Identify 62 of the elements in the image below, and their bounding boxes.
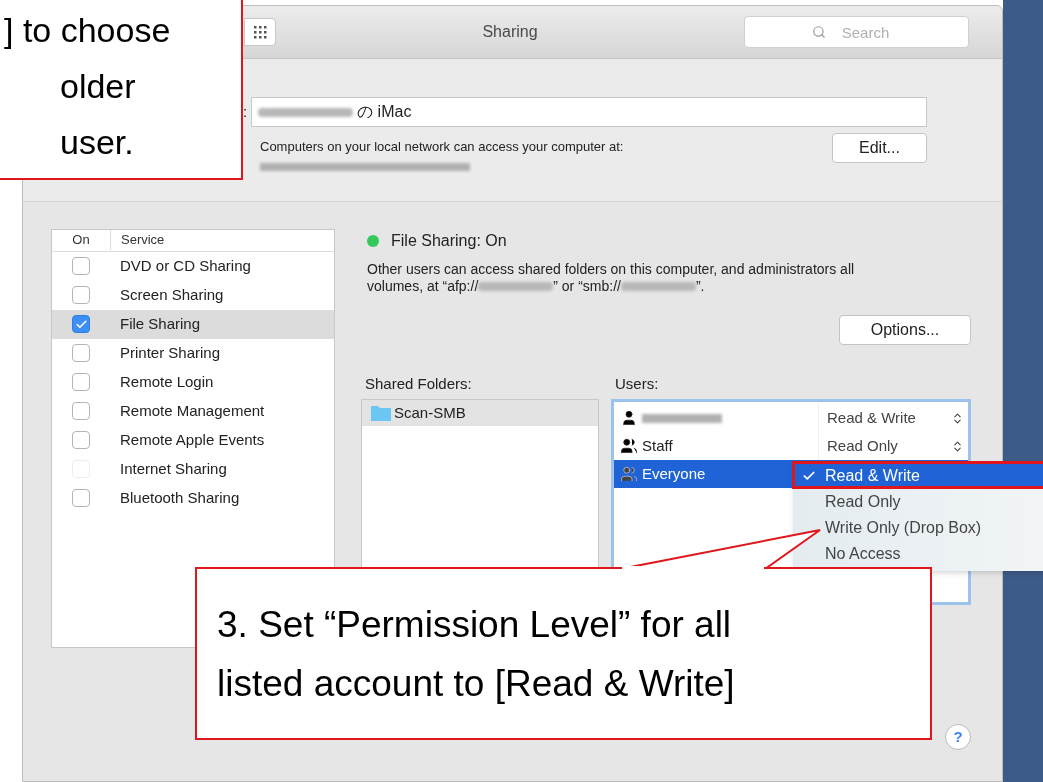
people-icon: [620, 465, 638, 483]
callout-text: user.: [59, 122, 135, 163]
checkbox[interactable]: [72, 402, 90, 420]
callout-text: ] to choose: [3, 10, 172, 51]
check-icon: [802, 469, 816, 483]
menu-item[interactable]: No Access: [793, 541, 1043, 567]
help-button[interactable]: ?: [945, 724, 971, 750]
computer-name-field[interactable]: の iMac: [251, 97, 927, 127]
service-name: Internet Sharing: [119, 458, 227, 479]
grid-icon: [253, 25, 267, 39]
service-name: Remote Apple Events: [119, 429, 265, 450]
checkbox[interactable]: [72, 489, 90, 507]
callout-text: listed account to [Read & Write]: [217, 661, 736, 706]
network-info-text: Computers on your local network can access your computer at:: [260, 138, 624, 156]
search-field[interactable]: Search: [744, 16, 969, 48]
user-name: Staff: [642, 435, 673, 456]
menu-item[interactable]: Read Only: [793, 489, 1043, 515]
edit-button[interactable]: Edit...: [832, 133, 927, 163]
description-text: Other users can access shared folders on this computer, and administrators all volumes, at “afp:// ” or “smb:// ”.: [366, 260, 856, 295]
stepper-icon: [951, 439, 964, 453]
checkbox[interactable]: [72, 315, 90, 333]
service-row[interactable]: File Sharing: [52, 309, 334, 339]
service-row[interactable]: DVD or CD Sharing: [52, 251, 334, 281]
service-name: Printer Sharing: [119, 342, 221, 363]
checkbox[interactable]: [72, 373, 90, 391]
service-name: Remote Login: [119, 371, 214, 392]
service-name: DVD or CD Sharing: [119, 255, 251, 276]
callout-text: 3. Set “Permission Level” for all: [217, 602, 733, 647]
callout-text: older: [59, 66, 137, 107]
person-icon: [620, 409, 638, 427]
user-row[interactable]: Read & Write: [614, 404, 968, 432]
check-icon: [74, 317, 88, 331]
status-text: File Sharing: On: [391, 230, 507, 251]
checkbox[interactable]: [72, 286, 90, 304]
options-button[interactable]: Options...: [839, 314, 971, 345]
service-row[interactable]: Remote Apple Events: [52, 425, 334, 455]
user-name: Everyone: [642, 463, 706, 484]
service-row[interactable]: Bluetooth Sharing: [52, 483, 334, 513]
permission-popup[interactable]: Read & Write: [818, 404, 968, 432]
folder-icon: [370, 404, 392, 422]
search-icon: [812, 25, 826, 39]
service-name: Screen Sharing: [119, 284, 224, 305]
stepper-icon: [951, 411, 964, 425]
checkbox[interactable]: [72, 344, 90, 362]
field-label: :: [243, 101, 248, 122]
section-label: Users:: [614, 373, 660, 394]
service-name: Remote Management: [119, 400, 265, 421]
section-label: Shared Folders:: [364, 373, 473, 394]
service-name: File Sharing: [119, 313, 201, 334]
column-header: On: [71, 231, 91, 250]
checkbox[interactable]: [72, 257, 90, 275]
service-row[interactable]: Remote Management: [52, 396, 334, 426]
folder-row[interactable]: Scan-SMB: [362, 400, 598, 426]
service-row[interactable]: Remote Login: [52, 367, 334, 397]
column-header: Service: [110, 230, 165, 250]
window-title: Sharing: [481, 22, 539, 42]
service-row[interactable]: Printer Sharing: [52, 338, 334, 368]
service-row[interactable]: Screen Sharing: [52, 280, 334, 310]
checkbox[interactable]: [72, 431, 90, 449]
people-icon: [620, 437, 638, 455]
grid-button[interactable]: [244, 18, 276, 46]
service-name: Bluetooth Sharing: [119, 487, 240, 508]
